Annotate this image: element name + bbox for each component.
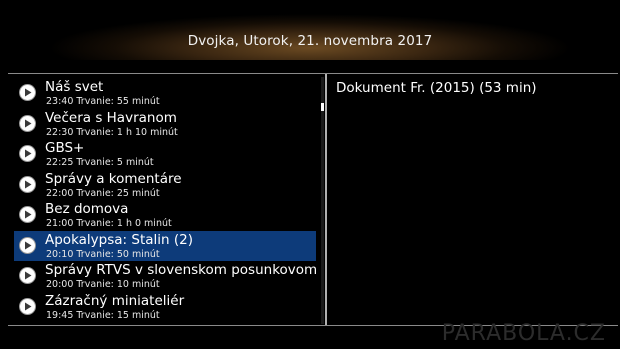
program-time-duration: 22:25 Trvanie: 5 minút [46,157,154,168]
program-title: Náš svet [45,79,104,95]
program-title: GBS+ [45,140,85,156]
program-time-duration: 21:00 Trvanie: 1 h 0 minút [46,218,172,229]
play-icon [19,145,36,162]
program-time-duration: 23:40 Trvanie: 55 minút [46,96,160,107]
play-icon [19,84,36,101]
program-list-item[interactable]: Zázračný miniateliér 19:45 Trvanie: 15 mi… [14,292,316,323]
header-bar: Dvojka, Utorok, 21. novembra 2017 [0,0,620,60]
program-list-item[interactable]: Bez domova 21:00 Trvanie: 1 h 0 minút [14,200,316,231]
program-title: Správy a komentáre [45,170,182,187]
channel-date-title: Dvojka, Utorok, 21. novembra 2017 [187,33,433,49]
panel-divider [325,74,327,325]
program-time-duration: 22:30 Trvanie: 1 h 10 minút [46,126,178,138]
play-icon [19,206,36,223]
program-time-duration: 22:00 Trvanie: 25 minút [46,187,160,199]
program-list-item[interactable]: Večera s Havranom 22:30 Trvanie: 1 h 10 m… [14,109,316,140]
program-time-duration: 19:45 Trvanie: 15 minút [46,309,160,321]
play-icon [19,236,36,254]
program-list-item[interactable]: Správy a komentáre 22:00 Trvanie: 25 minú… [14,170,316,201]
program-title: Správy RTVS v slovenskom posunkovom j [45,262,316,278]
program-list-item[interactable]: GBS+ 22:25 Trvanie: 5 minút [14,139,316,170]
watermark-logo: PARABOLA.CZ [441,321,606,346]
play-icon [19,267,36,284]
program-title: Zázračný miniateliér [45,292,185,309]
top-divider [8,73,618,74]
program-time-duration: 20:10 Trvanie: 50 minút [46,248,160,260]
program-detail: Dokument Fr. (2015) (53 min) [336,80,537,96]
program-list-item[interactable]: Náš svet 23:40 Trvanie: 55 minút [14,78,316,109]
play-icon [19,175,36,193]
list-scrollbar[interactable] [321,77,324,324]
program-list-item[interactable]: Správy RTVS v slovenskom posunkovom j 20:… [14,261,316,292]
play-icon [19,114,36,132]
program-list-item[interactable]: Apokalypsa: Stalin (2) 20:10 Trvanie: 50 … [14,230,316,261]
play-icon [19,297,36,315]
program-title: Apokalypsa: Stalin (2) [45,231,193,248]
program-list[interactable]: Náš svet 23:40 Trvanie: 55 minút Večera s … [14,78,316,322]
program-title: Bez domova [45,201,129,217]
epg-screen: Dvojka, Utorok, 21. novembra 2017 Náš sv… [0,0,620,349]
program-time-duration: 20:00 Trvanie: 10 minút [46,279,160,290]
scrollbar-thumb[interactable] [321,103,324,111]
program-title: Večera s Havranom [45,109,177,126]
